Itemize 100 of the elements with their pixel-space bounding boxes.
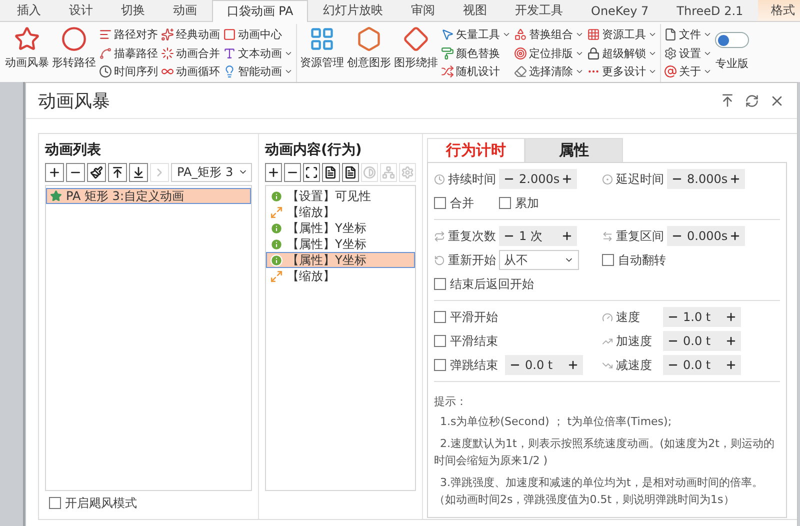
number-spinner[interactable]: 8.000s (667, 169, 745, 189)
number-spinner[interactable]: 0.0 t (505, 355, 583, 375)
ribbon-tab[interactable]: 插入 (4, 0, 54, 21)
field-label: 延迟时间 (616, 170, 664, 188)
spinner-value: 1 次 (518, 228, 544, 244)
ribbon-button[interactable]: 描摹路径 (98, 44, 159, 62)
ribbon-button[interactable]: 创意图形 (346, 24, 392, 82)
ribbon-button[interactable]: 超级解锁 (586, 44, 658, 62)
ribbon-tab[interactable]: 开发工具 (502, 0, 576, 21)
plus-icon[interactable] (729, 173, 741, 185)
ribbon-button[interactable]: 矢量工具 (440, 25, 512, 44)
toolbar-button[interactable] (342, 162, 359, 182)
toolbar-button[interactable] (108, 162, 127, 182)
ribbon-button[interactable]: 选择清除 (513, 62, 585, 82)
toggle-switch[interactable] (715, 32, 749, 48)
ribbon-tab[interactable]: 幻灯片放映 (310, 0, 396, 21)
brush-icon (90, 166, 103, 178)
number-spinner[interactable]: 2.000s (499, 169, 577, 189)
ribbon-button[interactable]: 路径对齐 (98, 25, 159, 44)
plus-icon[interactable] (725, 335, 737, 347)
plus-icon[interactable] (561, 230, 573, 242)
checkbox[interactable] (434, 278, 446, 290)
field-label: 减速度 (616, 356, 653, 374)
number-spinner[interactable]: 1 次 (499, 226, 577, 246)
number-spinner[interactable]: 0.0 t (663, 331, 741, 351)
ribbon-button[interactable]: 关于 (663, 62, 713, 82)
scan-icon (305, 166, 318, 178)
field-label: 重复次数 (448, 228, 496, 244)
number-spinner[interactable]: 0.000s (667, 226, 745, 246)
ribbon-button[interactable]: 动画循环 (160, 62, 221, 82)
ribbon-button[interactable]: 颜色替换 (440, 44, 512, 62)
field-label: 速度 (616, 308, 641, 326)
list-item[interactable]: 【属性】Y坐标 (266, 252, 415, 268)
refresh-button[interactable] (745, 94, 759, 108)
toolbar-button[interactable] (87, 162, 106, 182)
checkbox[interactable] (602, 254, 614, 266)
ribbon-tab[interactable]: 审阅 (398, 0, 448, 21)
ribbon-tab[interactable]: ThreeD 2.1 (664, 0, 756, 21)
ribbon-button[interactable]: 形转路径 (51, 24, 97, 82)
ribbon-tab[interactable]: 设计 (56, 0, 106, 21)
ribbon-tab[interactable]: 口袋动画 PA (212, 0, 308, 22)
info-icon (270, 222, 283, 234)
list-item[interactable]: 【设置】可见性 (266, 188, 415, 204)
ribbon-button[interactable]: 资源管理 (299, 24, 345, 82)
shuffle-icon (441, 65, 454, 78)
checkbox[interactable] (434, 311, 446, 323)
toolbar-button[interactable] (265, 162, 282, 182)
ribbon-button[interactable]: 设置 (663, 44, 713, 62)
target-dropdown[interactable]: PA_矩形 3 (171, 162, 252, 182)
toolbar-button[interactable] (129, 162, 148, 182)
ribbon-button[interactable]: 文本动画 (222, 44, 294, 62)
cursor-icon (441, 28, 454, 41)
plus-icon[interactable] (567, 359, 579, 371)
plus-icon[interactable] (561, 173, 573, 185)
ribbon-button[interactable]: 动画风暴 (4, 24, 50, 82)
list-item[interactable]: 【缩放】 (266, 268, 415, 284)
ribbon-button[interactable]: 定位排版 (513, 44, 585, 62)
ribbon-button[interactable]: 替换组合 (513, 25, 585, 44)
checkbox[interactable] (434, 335, 446, 347)
plus-icon[interactable] (725, 359, 737, 371)
checkbox[interactable] (434, 359, 446, 371)
toolbar-button[interactable] (45, 162, 64, 182)
plus-icon[interactable] (729, 230, 741, 242)
panel-tab[interactable]: 行为计时 (427, 138, 525, 162)
number-spinner[interactable]: 0.0 t (663, 355, 741, 375)
pin-button[interactable] (720, 93, 735, 108)
ribbon-button[interactable]: 文件 (663, 25, 713, 44)
arrow-up-icon (111, 166, 124, 178)
arrow-down-icon (132, 166, 145, 178)
ribbon-tab[interactable]: 动画 (160, 0, 210, 21)
ribbon-button[interactable]: 动画合并 (160, 44, 221, 62)
panel-tab[interactable]: 属性 (525, 138, 623, 162)
toolbar-button[interactable] (322, 162, 340, 182)
toolbar-button[interactable] (284, 162, 302, 182)
ribbon-button[interactable]: 时间序列 (98, 62, 159, 82)
toolbar-button[interactable] (303, 162, 320, 182)
list-item[interactable]: PA 矩形 3:自定义动画 (46, 188, 251, 204)
ribbon-button[interactable]: 动画中心 (222, 25, 294, 44)
star-icon (14, 26, 40, 52)
ribbon-tab[interactable]: 视图 (450, 0, 500, 21)
ribbon-button[interactable]: 智能动画 (222, 62, 294, 82)
ribbon-button[interactable]: 随机设计 (440, 62, 512, 82)
ribbon-button[interactable]: 图形绕排 (393, 24, 439, 82)
list-item[interactable]: 【属性】Y坐标 (266, 220, 415, 236)
number-spinner[interactable]: 1.0 t (663, 307, 741, 327)
list-item[interactable]: 【缩放】 (266, 204, 415, 220)
ribbon-button[interactable]: 更多设计 (586, 62, 658, 82)
plus-icon[interactable] (725, 311, 737, 323)
checkbox[interactable] (499, 197, 511, 209)
checkbox[interactable] (49, 497, 61, 509)
ribbon-tab[interactable]: OneKey 7 (578, 0, 662, 21)
ribbon-tab[interactable]: 格式 (758, 0, 800, 21)
ribbon-tab[interactable]: 切换 (108, 0, 158, 21)
info-icon (270, 190, 283, 202)
list-item[interactable]: 【属性】Y坐标 (266, 236, 415, 252)
ribbon-button[interactable]: 经典动画 (160, 25, 221, 44)
ribbon-button[interactable]: 资源工具 (586, 25, 658, 44)
checkbox[interactable] (434, 197, 446, 209)
restart-dropdown[interactable]: 从不 (499, 250, 579, 270)
toolbar-button[interactable] (66, 162, 85, 182)
